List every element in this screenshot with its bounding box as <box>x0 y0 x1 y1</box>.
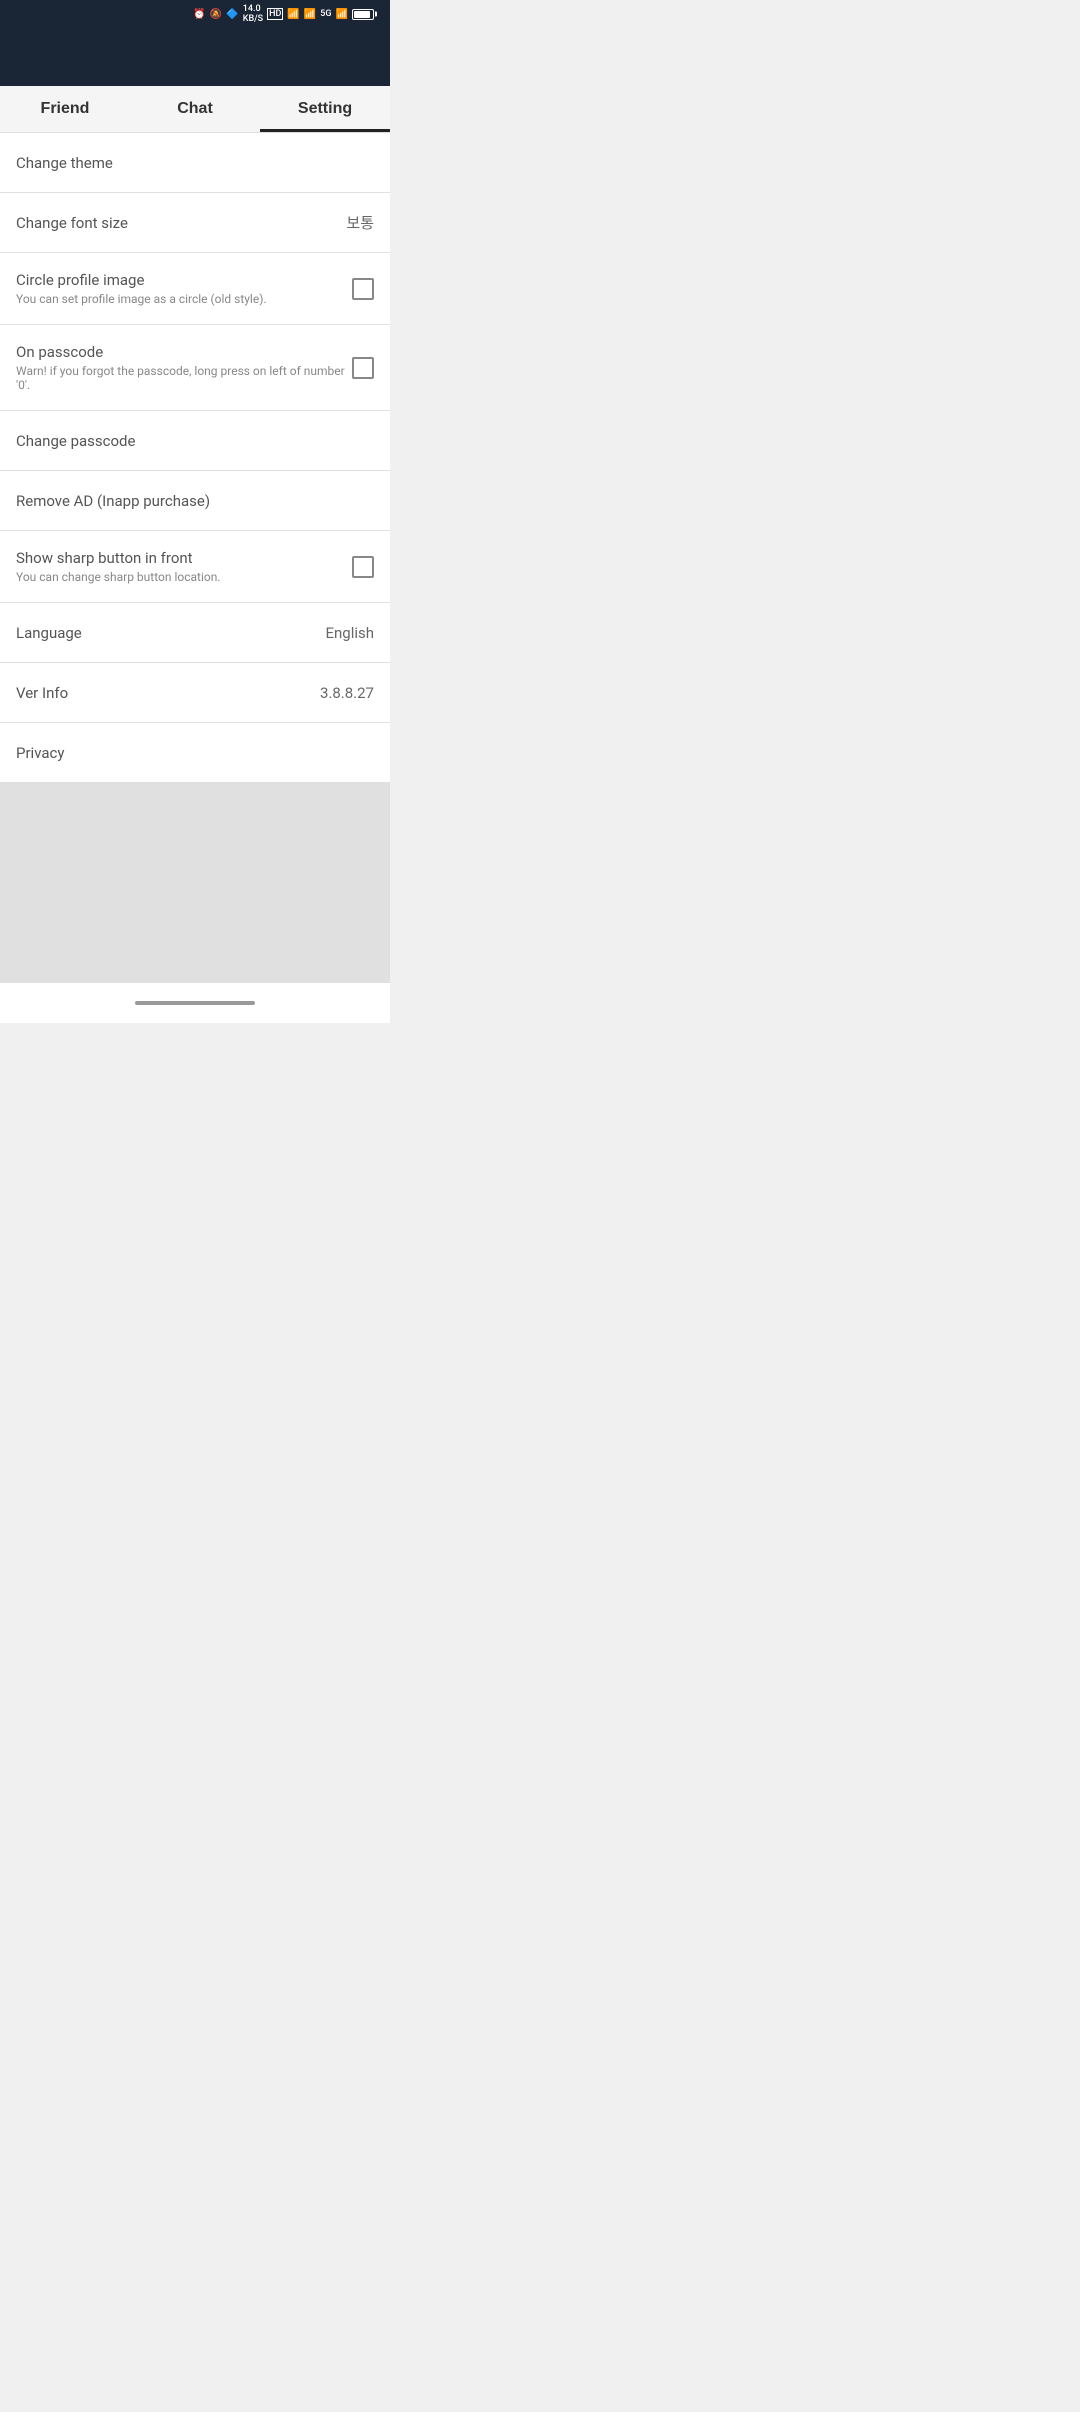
signal-icon-2: 📶 <box>336 9 348 20</box>
battery-icon <box>352 9 374 20</box>
setting-title-show-sharp-button: Show sharp button in front <box>16 549 352 567</box>
alarm-icon: ⏰ <box>193 9 205 20</box>
setting-item-privacy[interactable]: Privacy <box>0 723 390 783</box>
setting-title-change-passcode: Change passcode <box>16 432 374 450</box>
tab-friend[interactable]: Friend <box>0 86 130 132</box>
setting-right-language: English <box>325 624 374 642</box>
status-bar: ⏰ 🔕 🔷 14.0KB/S HD 📶 📶 5G 📶 <box>0 0 390 28</box>
setting-title-circle-profile-image: Circle profile image <box>16 271 352 289</box>
checkbox-circle-profile-image[interactable] <box>352 278 374 300</box>
setting-right-change-font-size: 보통 <box>346 212 374 233</box>
app-header <box>0 28 390 86</box>
signal-icon-1: 📶 <box>304 9 316 20</box>
data-speed: 14.0KB/S <box>243 4 263 24</box>
tab-setting[interactable]: Setting <box>260 86 390 132</box>
setting-item-remove-ad[interactable]: Remove AD (Inapp purchase) <box>0 471 390 531</box>
setting-item-change-passcode[interactable]: Change passcode <box>0 411 390 471</box>
setting-title-ver-info: Ver Info <box>16 684 310 702</box>
home-indicator <box>135 1001 255 1005</box>
bottom-area <box>0 783 390 983</box>
setting-subtitle-circle-profile-image: You can set profile image as a circle (o… <box>16 292 352 306</box>
bluetooth-icon: 🔷 <box>226 9 238 20</box>
setting-item-on-passcode[interactable]: On passcode Warn! if you forgot the passc… <box>0 325 390 411</box>
hd-icon: HD <box>267 8 283 20</box>
settings-list: Change theme Change font size 보통 Circle pro… <box>0 133 390 783</box>
setting-title-change-theme: Change theme <box>16 154 374 172</box>
setting-item-language[interactable]: Language English <box>0 603 390 663</box>
setting-item-change-font-size[interactable]: Change font size 보통 <box>0 193 390 253</box>
setting-item-change-theme[interactable]: Change theme <box>0 133 390 193</box>
setting-title-on-passcode: On passcode <box>16 343 352 361</box>
setting-title-change-font-size: Change font size <box>16 214 336 232</box>
signal-5g-icon: 5G <box>320 9 331 19</box>
setting-item-circle-profile-image[interactable]: Circle profile image You can set profile … <box>0 253 390 325</box>
setting-right-ver-info: 3.8.8.27 <box>320 684 374 702</box>
checkbox-on-passcode[interactable] <box>352 357 374 379</box>
setting-title-privacy: Privacy <box>16 744 374 762</box>
setting-subtitle-on-passcode: Warn! if you forgot the passcode, long p… <box>16 364 352 392</box>
mute-icon: 🔕 <box>210 9 222 20</box>
tab-bar: Friend Chat Setting <box>0 86 390 133</box>
home-indicator-bar <box>0 983 390 1023</box>
setting-title-language: Language <box>16 624 315 642</box>
setting-title-remove-ad: Remove AD (Inapp purchase) <box>16 492 374 510</box>
checkbox-show-sharp-button[interactable] <box>352 556 374 578</box>
tab-chat[interactable]: Chat <box>130 86 260 132</box>
setting-item-ver-info[interactable]: Ver Info 3.8.8.27 <box>0 663 390 723</box>
wifi-icon: 📶 <box>287 9 299 20</box>
setting-subtitle-show-sharp-button: You can change sharp button location. <box>16 570 352 584</box>
status-icons: ⏰ 🔕 🔷 14.0KB/S HD 📶 📶 5G 📶 <box>193 4 378 24</box>
setting-item-show-sharp-button[interactable]: Show sharp button in front You can change… <box>0 531 390 603</box>
